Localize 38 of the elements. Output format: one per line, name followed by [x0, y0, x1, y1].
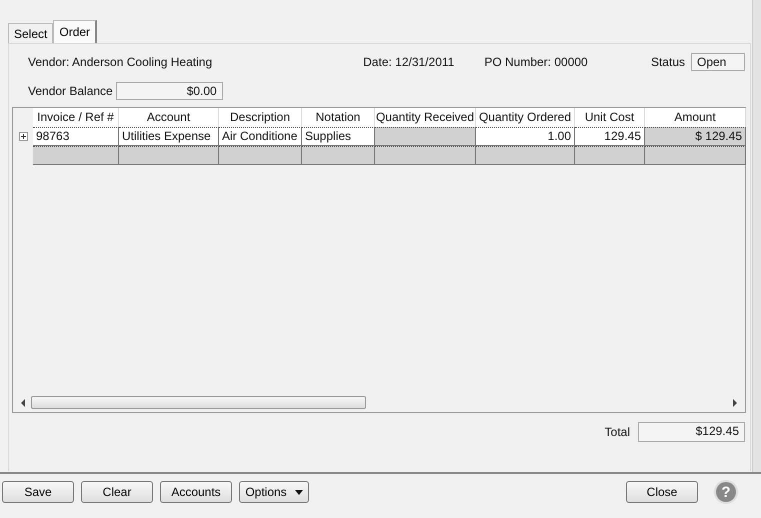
po-number-label: PO Number: 00000	[484, 55, 588, 69]
column-header[interactable]: Quantity Received	[375, 108, 476, 127]
scroll-left-icon[interactable]	[20, 398, 26, 406]
column-header[interactable]: Notation	[302, 108, 375, 127]
column-header[interactable]: Unit Cost	[575, 108, 645, 127]
table-cell: Utilities Expense	[119, 127, 219, 146]
total-label: Total	[604, 425, 630, 439]
tab[interactable]: Select	[8, 23, 54, 43]
table-cell: $ 129.45	[645, 127, 746, 146]
tab[interactable]: Order	[53, 20, 98, 43]
caret-icon	[294, 490, 303, 494]
expand-icon[interactable]	[18, 132, 28, 141]
status-label: Status	[650, 55, 685, 69]
scroll-right-icon[interactable]	[732, 398, 738, 406]
column-header[interactable]: Quantity Ordered	[476, 108, 575, 127]
vertical-scrollbar[interactable]	[752, 0, 761, 472]
help-icon[interactable]: ?	[716, 482, 736, 502]
column-header[interactable]: Invoice / Ref #	[33, 108, 119, 127]
vendor-label: Vendor: Anderson Cooling Heating	[28, 55, 212, 69]
table-cell: 98763	[33, 127, 119, 146]
table-cell: Supplies	[302, 127, 375, 146]
footer-button[interactable]: Accounts	[160, 481, 232, 503]
status-field: Open	[691, 53, 745, 71]
column-header[interactable]: Account	[119, 108, 219, 127]
vendor-balance-label: Vendor Balance	[28, 84, 113, 98]
column-header[interactable]: Description	[219, 108, 302, 127]
options-dropdown-button[interactable]: Options	[239, 481, 309, 503]
vendor-balance-field: $0.00	[116, 82, 223, 100]
footer-button[interactable]: Save	[2, 481, 74, 503]
close-button[interactable]: Close	[626, 481, 698, 503]
scrollbar-thumb[interactable]	[31, 396, 366, 409]
date-label: Date: 12/31/2011	[363, 55, 454, 69]
table-cell: Air Conditione	[219, 127, 302, 146]
footer-button[interactable]: Clear	[81, 481, 153, 503]
table-cell: 1.00	[476, 127, 575, 146]
column-header[interactable]: Amount	[645, 108, 746, 127]
total-field: $129.45	[638, 422, 745, 442]
table-cell: 129.45	[575, 127, 645, 146]
